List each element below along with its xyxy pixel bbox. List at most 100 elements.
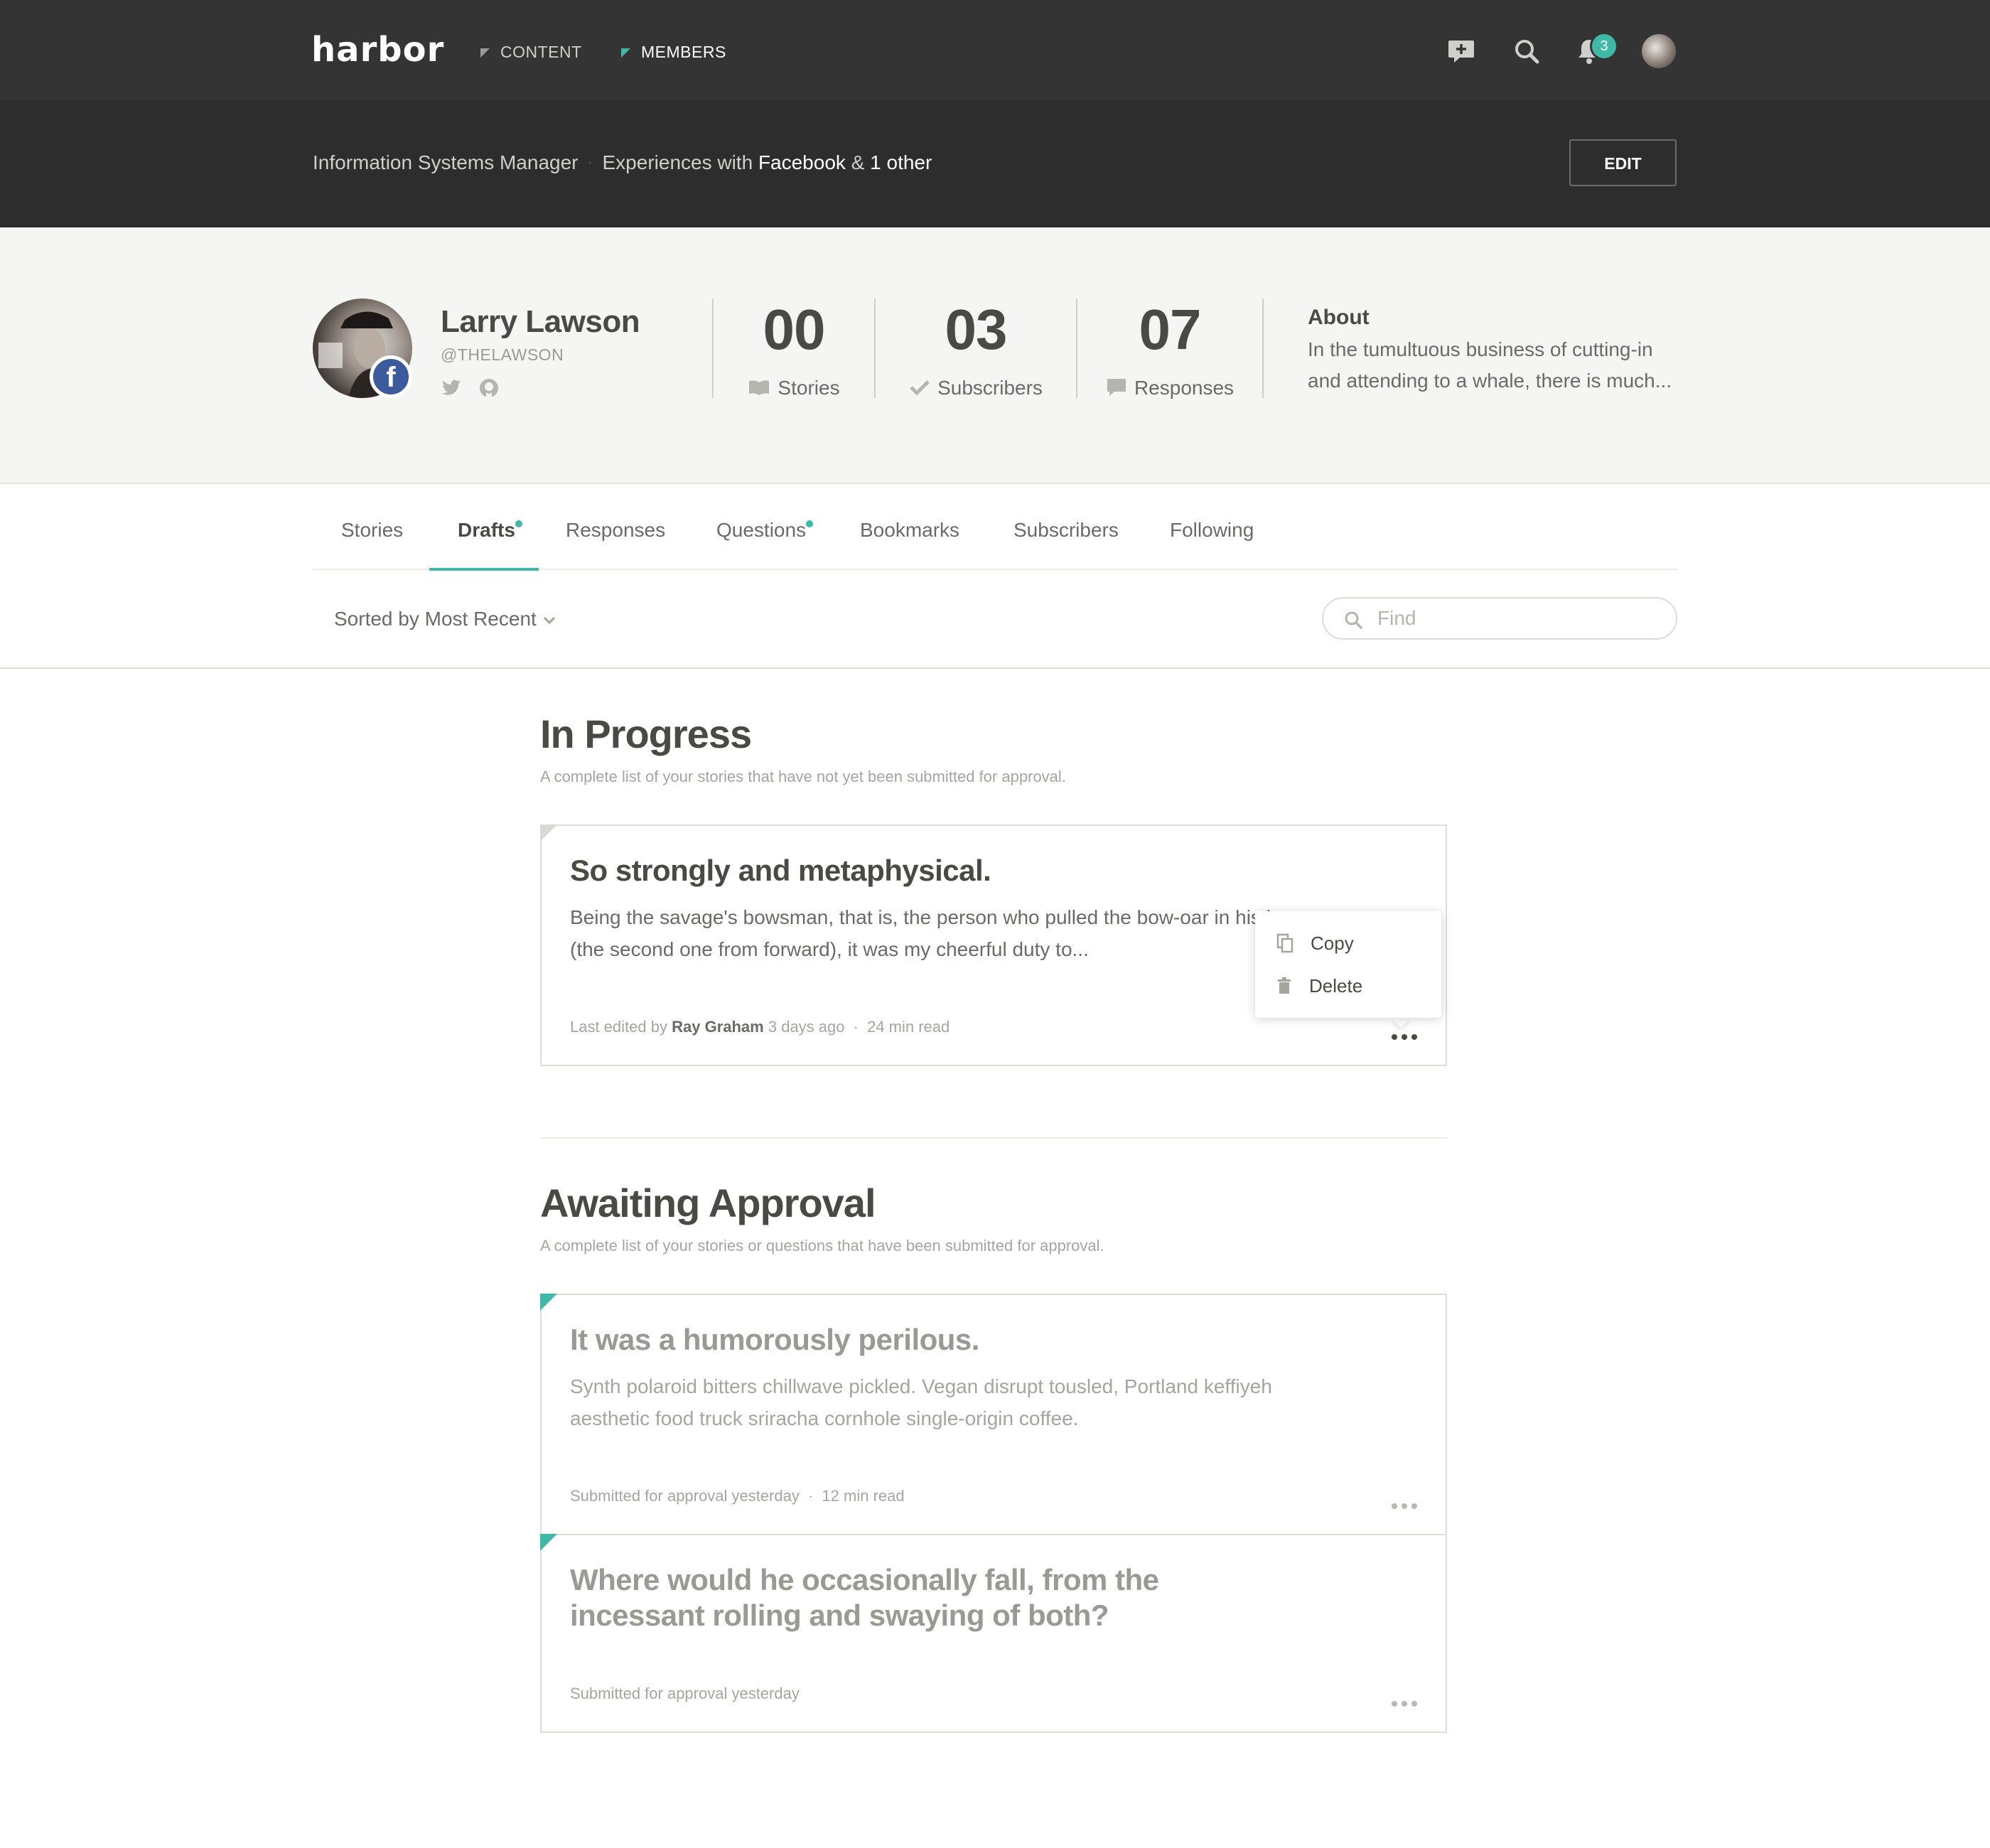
subheader-text: Information Systems Manager · Experiences …: [313, 151, 932, 174]
more-options-icon[interactable]: [1392, 1500, 1423, 1510]
search-icon: [1345, 611, 1362, 629]
stat-divider: [1262, 299, 1264, 398]
harbor-logo[interactable]: harbor: [311, 30, 444, 70]
other-link[interactable]: 1 other: [870, 151, 932, 173]
nav-content-label: CONTENT: [500, 43, 582, 61]
experiences-prefix: Experiences with: [602, 151, 753, 173]
card-excerpt: Synth polaroid bitters chillwave pickled…: [570, 1375, 1272, 1429]
nav-triangle-icon: [480, 48, 490, 58]
subscribers-label-text: Subscribers: [937, 377, 1043, 399]
tab-label: Drafts: [458, 519, 515, 541]
meta-time: 3 days ago: [768, 1018, 845, 1036]
tab-stories[interactable]: Stories: [341, 519, 403, 542]
section-desc-in-progress: A complete list of your stories that hav…: [540, 768, 1066, 785]
card-corner-marker: [540, 1294, 557, 1311]
about-title: About: [1308, 306, 1370, 329]
section-desc-awaiting-approval: A complete list of your stories or quest…: [540, 1237, 1104, 1255]
responses-stat-label[interactable]: Responses: [1077, 377, 1262, 399]
section-title-awaiting-approval: Awaiting Approval: [540, 1181, 876, 1225]
tab-label: Stories: [341, 519, 404, 541]
meta-status: Submitted for approval yesterday: [570, 1487, 800, 1505]
tab-subscribers[interactable]: Subscribers: [1013, 519, 1119, 542]
top-navbar: [0, 0, 1990, 100]
notification-badge: 3: [1590, 32, 1618, 60]
pending-card[interactable]: Where would he occasionally fall, from t…: [540, 1534, 1447, 1733]
tab-label: Questions: [716, 519, 807, 541]
search-icon[interactable]: [1512, 37, 1541, 65]
context-menu: Copy Delete: [1255, 911, 1441, 1018]
content-divider: [0, 667, 1990, 669]
profile-handle: @THELAWSON: [441, 345, 564, 364]
profile-name: Larry Lawson: [441, 304, 640, 339]
book-icon: [749, 380, 770, 395]
tab-responses[interactable]: Responses: [566, 519, 665, 542]
stories-stat-label[interactable]: Stories: [714, 377, 874, 399]
facebook-link[interactable]: Facebook: [758, 151, 846, 173]
responses-label-text: Responses: [1134, 377, 1235, 399]
github-icon[interactable]: [478, 377, 500, 399]
menu-item-delete[interactable]: Delete: [1276, 975, 1362, 997]
card-meta: Submitted for approval yesterday · 12 mi…: [570, 1487, 905, 1505]
card-title[interactable]: It was a humorously perilous.: [570, 1322, 979, 1358]
separator-dot: ·: [588, 155, 593, 169]
card-title[interactable]: Where would he occasionally fall, from t…: [570, 1562, 1281, 1633]
role-text: Information Systems Manager: [313, 151, 579, 173]
sort-label: Sorted by Most Recent: [334, 608, 537, 630]
pending-card[interactable]: It was a humorously perilous. Synth pola…: [540, 1294, 1447, 1535]
tab-label: Subscribers: [1013, 519, 1119, 541]
sort-dropdown[interactable]: Sorted by Most Recent: [334, 608, 556, 630]
tab-label: Following: [1170, 519, 1254, 541]
subscribers-stat-label[interactable]: Subscribers: [876, 377, 1076, 399]
menu-item-copy[interactable]: Copy: [1276, 933, 1354, 955]
nav-members-label: MEMBERS: [641, 43, 726, 61]
card-excerpt: Being the savage's bowsman, that is, the…: [570, 906, 1306, 960]
card-title[interactable]: So strongly and metaphysical.: [570, 853, 991, 888]
stories-label-text: Stories: [778, 377, 840, 399]
nav-members-link[interactable]: MEMBERS: [621, 43, 726, 62]
copy-icon: [1276, 933, 1294, 953]
chevron-down-icon: [543, 616, 555, 624]
section-title-in-progress: In Progress: [540, 711, 752, 756]
nav-content-link[interactable]: CONTENT: [480, 43, 582, 62]
stories-count: 00: [763, 298, 826, 361]
responses-count: 07: [1139, 298, 1202, 361]
meta-status: Submitted for approval yesterday: [570, 1685, 800, 1702]
new-dot: [806, 520, 814, 527]
card-corner-marker: [540, 1534, 557, 1551]
user-avatar[interactable]: [1642, 34, 1676, 68]
separator-dot: ·: [853, 1018, 859, 1036]
tab-label: Bookmarks: [860, 519, 960, 541]
tab-following[interactable]: Following: [1170, 519, 1254, 542]
compose-icon[interactable]: [1447, 37, 1475, 65]
nav-triangle-icon: [621, 48, 630, 58]
menu-item-label: Copy: [1311, 933, 1354, 954]
tab-drafts[interactable]: Drafts: [458, 519, 522, 542]
search-input[interactable]: [1377, 606, 1647, 631]
card-corner-marker: [540, 824, 557, 842]
subscribers-count: 03: [945, 298, 1008, 361]
tab-questions[interactable]: Questions: [716, 519, 814, 542]
comment-icon: [1107, 378, 1126, 396]
meta-prefix: Last edited by: [570, 1018, 667, 1036]
meta-author[interactable]: Ray Graham: [672, 1018, 764, 1036]
check-icon: [910, 380, 930, 396]
tab-bookmarks[interactable]: Bookmarks: [860, 519, 959, 542]
tab-label: Responses: [566, 519, 666, 541]
edit-button[interactable]: EDIT: [1569, 139, 1677, 186]
ampersand: &: [851, 151, 865, 173]
meta-read-time: 24 min read: [867, 1018, 950, 1036]
card-meta: Submitted for approval yesterday: [570, 1685, 800, 1703]
more-options-icon[interactable]: [1392, 1031, 1423, 1041]
twitter-icon[interactable]: [439, 377, 462, 399]
active-tab-underline: [429, 568, 539, 571]
menu-item-label: Delete: [1309, 975, 1363, 996]
meta-read-time: 12 min read: [822, 1487, 905, 1505]
facebook-badge: f: [370, 355, 412, 398]
new-dot: [515, 520, 522, 527]
separator-dot: ·: [807, 1487, 814, 1505]
about-text: In the tumultuous business of cutting-in…: [1308, 338, 1672, 392]
more-options-icon[interactable]: [1392, 1697, 1423, 1707]
trash-icon: [1278, 977, 1291, 994]
section-divider: [540, 1137, 1447, 1139]
profile-subheader: [0, 100, 1990, 227]
